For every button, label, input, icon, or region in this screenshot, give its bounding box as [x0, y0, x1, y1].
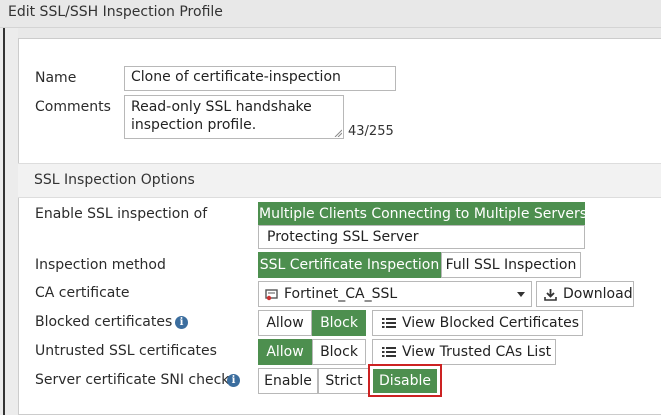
option-multiple-clients[interactable]: Multiple Clients Connecting to Multiple … [258, 202, 587, 226]
comments-char-counter: 43/255 [348, 124, 394, 139]
sni-strict-option[interactable]: Strict [318, 368, 370, 394]
comments-textarea-value: Read-only SSL handshake inspection profi… [131, 99, 312, 133]
enable-ssl-inspection-label: Enable SSL inspection of [35, 206, 208, 222]
ca-certificate-label: CA certificate [35, 285, 130, 301]
name-input[interactable]: Clone of certificate-inspection [124, 66, 396, 91]
chevron-down-icon [517, 292, 525, 297]
certificate-icon [265, 288, 278, 300]
dialog-title-bar: Edit SSL/SSH Inspection Profile [0, 0, 661, 28]
option-full-ssl-inspection[interactable]: Full SSL Inspection [441, 252, 581, 278]
sni-enable-option[interactable]: Enable [258, 368, 318, 394]
view-trusted-cas-list-label: View Trusted CAs List [402, 344, 552, 360]
inspection-method-label: Inspection method [35, 257, 166, 273]
download-label: Download [563, 286, 633, 302]
view-trusted-cas-list-button[interactable]: View Trusted CAs List [372, 339, 556, 365]
option-ssl-certificate-inspection[interactable]: SSL Certificate Inspection [258, 252, 441, 278]
highlight-box [368, 364, 442, 397]
blocked-block-option[interactable]: Block [312, 310, 366, 336]
name-input-value: Clone of certificate-inspection [131, 69, 341, 85]
untrusted-block-option[interactable]: Block [312, 339, 366, 365]
ca-certificate-select[interactable]: Fortinet_CA_SSL [258, 281, 532, 307]
list-icon [382, 318, 396, 328]
view-blocked-certificates-label: View Blocked Certificates [402, 315, 580, 331]
name-label: Name [35, 70, 77, 86]
option-protecting-ssl-server[interactable]: Protecting SSL Server [258, 225, 585, 249]
untrusted-allow-option[interactable]: Allow [258, 339, 312, 365]
comments-label: Comments [35, 99, 111, 115]
blocked-certificates-label: Blocked certificates [35, 314, 173, 330]
download-icon [544, 288, 557, 301]
left-border [3, 28, 5, 415]
section-title: SSL Inspection Options [34, 172, 195, 188]
view-blocked-certificates-button[interactable]: View Blocked Certificates [372, 310, 583, 336]
comments-textarea[interactable]: Read-only SSL handshake inspection profi… [124, 95, 344, 139]
dialog-title: Edit SSL/SSH Inspection Profile [8, 4, 223, 20]
list-icon [382, 347, 396, 357]
blocked-allow-option[interactable]: Allow [258, 310, 312, 336]
download-button[interactable]: Download [536, 281, 634, 307]
info-icon[interactable]: i [175, 316, 188, 329]
ssl-inspection-options-header: SSL Inspection Options [18, 163, 661, 198]
ca-certificate-value: Fortinet_CA_SSL [284, 286, 398, 302]
info-icon[interactable]: i [227, 374, 240, 387]
sni-check-label: Server certificate SNI check [35, 372, 230, 388]
resize-grip-icon[interactable] [334, 129, 342, 137]
untrusted-ssl-certificates-label: Untrusted SSL certificates [35, 343, 217, 359]
